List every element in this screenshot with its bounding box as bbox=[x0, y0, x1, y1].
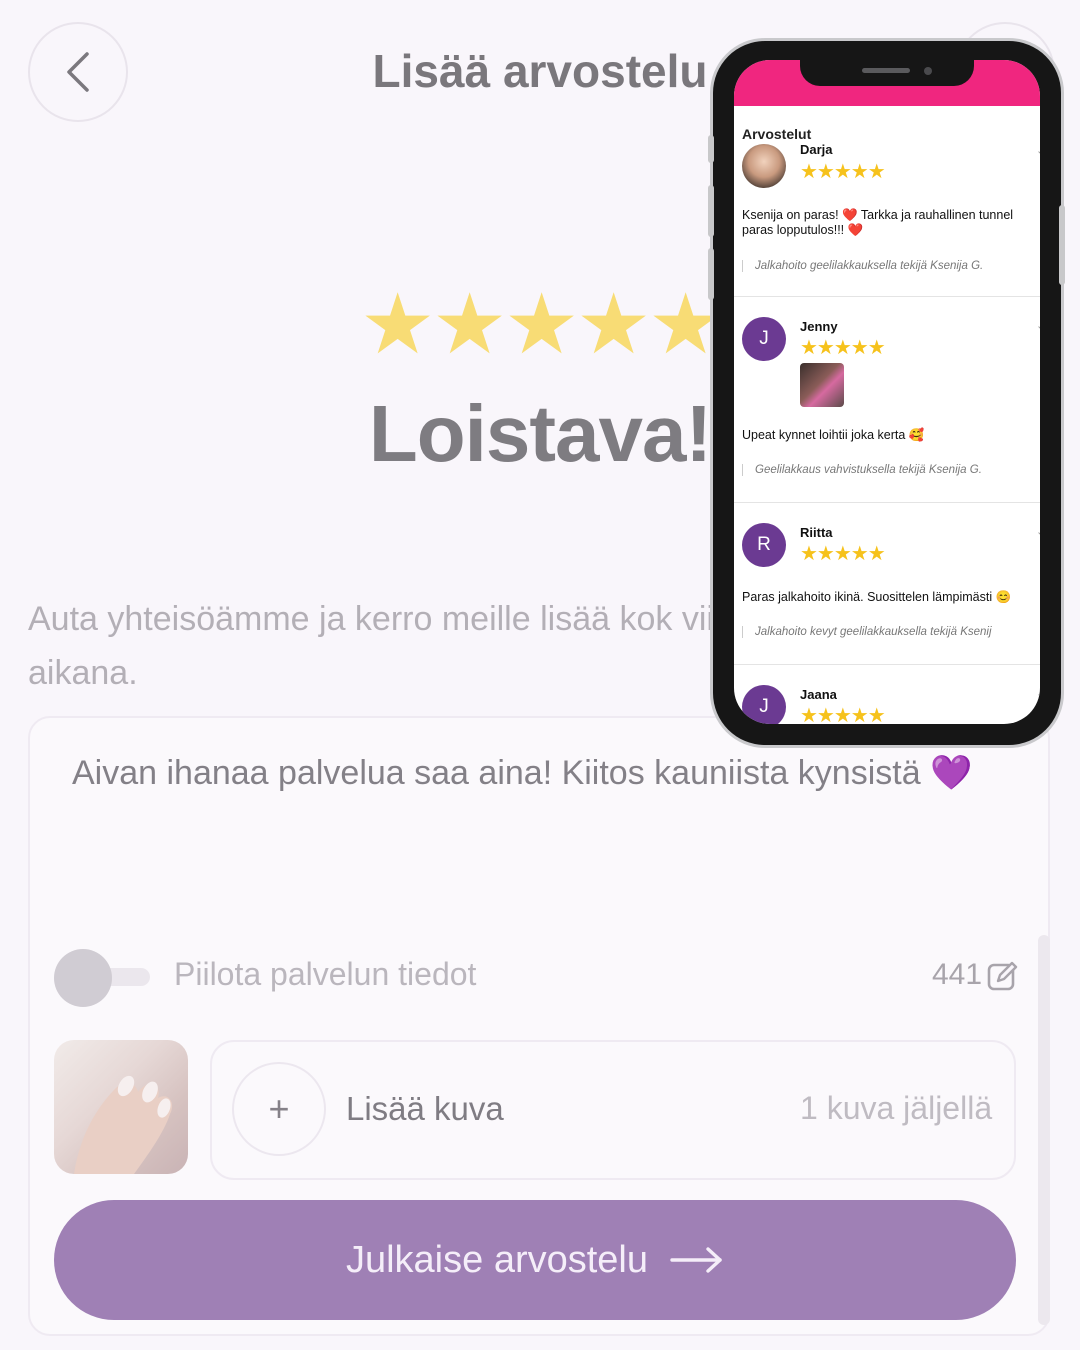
reviews-feed-title: Arvostelut bbox=[742, 126, 812, 142]
reviewer-name: Darja bbox=[800, 142, 833, 157]
add-photo-label[interactable]: Lisää kuva bbox=[346, 1090, 504, 1128]
arrow-right-icon bbox=[670, 1247, 722, 1273]
review-text: Ksenija on paras! ❤️ Tarkka ja rauhallin… bbox=[742, 208, 1014, 237]
star-4[interactable]: ★ bbox=[576, 282, 651, 366]
hide-service-toggle[interactable] bbox=[54, 949, 112, 1007]
publish-label: Julkaise arvostelu bbox=[345, 1238, 649, 1281]
character-count: 441 bbox=[932, 958, 983, 991]
phone-power-button bbox=[1059, 205, 1065, 285]
reviewer-avatar: J bbox=[742, 685, 786, 724]
chevron-down-icon[interactable]: ⌄ bbox=[1036, 319, 1040, 332]
phone-mute-switch bbox=[708, 135, 714, 163]
review-service: Jalkahoito kevyt geelilakkauksella tekij… bbox=[742, 626, 992, 638]
chevron-down-icon[interactable]: ⌄ bbox=[1036, 525, 1040, 538]
chevron-down-icon[interactable]: ⌄ bbox=[1036, 144, 1040, 157]
uploaded-photo-thumbnail[interactable] bbox=[54, 1040, 188, 1174]
review-card[interactable]: J Jenny ⌄ ★★★★★ Upeat kynnet loihtii jok… bbox=[734, 297, 1040, 503]
review-card[interactable]: R Riitta ⌄ ★★★★★ Paras jalkahoito ikinä.… bbox=[734, 503, 1040, 665]
phone-volume-up bbox=[708, 185, 714, 237]
star-2[interactable]: ★ bbox=[432, 282, 507, 366]
review-card[interactable]: Darja ★★★★★ ⌄ Ksenija on paras! ❤️ Tarkk… bbox=[734, 142, 1040, 297]
phone-camera bbox=[924, 67, 932, 75]
add-photo-button[interactable]: + bbox=[232, 1062, 326, 1156]
review-stars: ★★★★★ bbox=[800, 337, 886, 359]
phone-speaker bbox=[862, 68, 910, 73]
review-text[interactable]: Aivan ihanaa palvelua saa aina! Kiitos k… bbox=[72, 752, 1032, 794]
review-stars: ★★★★★ bbox=[800, 543, 886, 565]
star-5[interactable]: ★ bbox=[648, 282, 723, 366]
star-3[interactable]: ★ bbox=[504, 282, 579, 366]
photos-remaining: 1 kuva jäljellä bbox=[800, 1090, 993, 1126]
reviewer-name: Jenny bbox=[800, 319, 838, 334]
reviewer-avatar: J bbox=[742, 317, 786, 361]
review-text: Paras jalkahoito ikinä. Suosittelen lämp… bbox=[742, 590, 1012, 604]
reviewer-avatar bbox=[742, 144, 786, 188]
publish-review-button[interactable]: Julkaise arvostelu bbox=[54, 1200, 1016, 1320]
phone-screen: Arvostelut Darja ★★★★★ ⌄ Ksenija on para… bbox=[734, 60, 1040, 724]
hand-photo bbox=[74, 1075, 173, 1174]
reviewer-name: Riitta bbox=[800, 525, 833, 540]
review-stars: ★★★★★ bbox=[800, 705, 886, 724]
star-rating[interactable]: ★ ★ ★ ★ ★ bbox=[360, 282, 723, 366]
reviewer-avatar: R bbox=[742, 523, 786, 567]
plus-icon: + bbox=[268, 1088, 290, 1129]
review-service: Jalkahoito geelilakkauksella tekijä Ksen… bbox=[742, 260, 983, 272]
hide-service-label: Piilota palvelun tiedot bbox=[174, 956, 477, 992]
phone-volume-down bbox=[708, 248, 714, 300]
edit-icon bbox=[987, 961, 1018, 991]
review-service: Geelilakkaus vahvistuksella tekijä Kseni… bbox=[742, 464, 982, 476]
review-text: Upeat kynnet loihtii joka kerta 🥰 bbox=[742, 428, 925, 442]
reviewer-name: Jaana bbox=[800, 687, 837, 702]
chevron-down-icon[interactable]: ⌄ bbox=[1036, 687, 1040, 700]
review-photo[interactable] bbox=[800, 363, 844, 407]
review-stars: ★★★★★ bbox=[800, 161, 886, 183]
review-card[interactable]: J Jaana ⌄ ★★★★★ bbox=[734, 665, 1040, 724]
star-1[interactable]: ★ bbox=[360, 282, 435, 366]
scrollbar[interactable] bbox=[1038, 935, 1050, 1325]
